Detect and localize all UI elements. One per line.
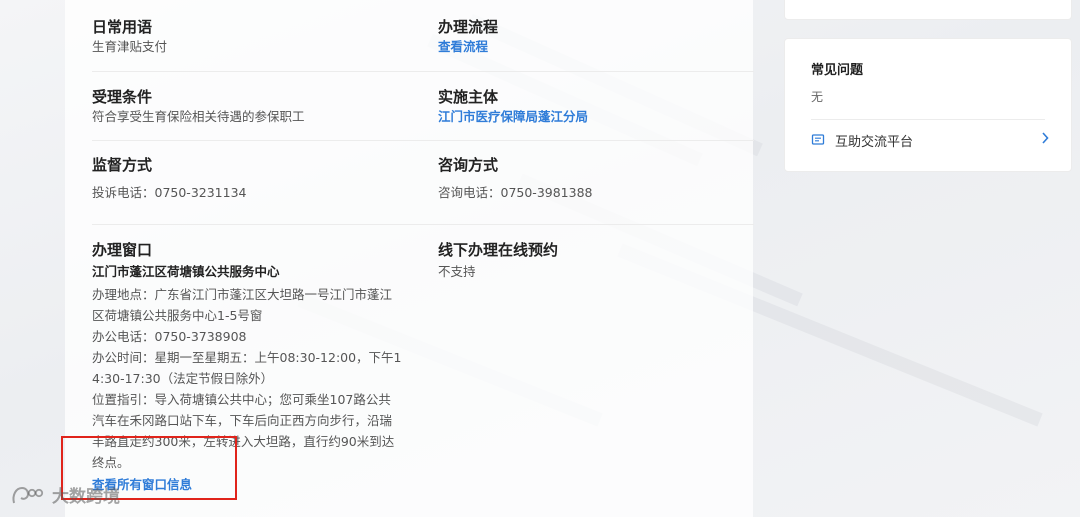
divider [811, 119, 1045, 120]
chat-icon [811, 134, 825, 145]
watermark: 大数跨境 [10, 482, 120, 507]
info-row: 办理窗口 江门市蓬江区荷塘镇公共服务中心 办理地点：广东省江门市蓬江区大坦路一号… [92, 224, 754, 492]
window-phone: 办公电话：0750-3738908 [92, 329, 247, 344]
view-process-link[interactable]: 查看流程 [438, 37, 758, 57]
watermark-text: 大数跨境 [52, 487, 120, 507]
window-address-line: 区荷塘镇公共服务中心1-5号窗 [92, 308, 263, 323]
watermark-logo-icon [12, 486, 44, 503]
window-name: 江门市蓬江区荷塘镇公共服务中心 [92, 264, 280, 279]
faq-title: 常见问题 [811, 63, 864, 78]
window-guide-line: 位置指引：导入荷塘镇公共中心；您可乘坐107路公共 [92, 392, 391, 407]
supervision-cell: 监督方式 投诉电话：0750-3231134 [92, 155, 412, 203]
offline-booking-title: 线下办理在线预约 [438, 241, 559, 259]
conditions-value: 符合享受生育保险相关待遇的参保职工 [92, 109, 305, 124]
window-hours-line: 4:30-17:30（法定节假日除外） [92, 371, 274, 386]
consult-value: 咨询电话：0750-3981388 [438, 185, 593, 200]
implementer-cell: 实施主体 江门市医疗保障局蓬江分局 [438, 87, 758, 127]
window-guide-line: 汽车在禾冈路口站下车，下车后向正西方向步行，沿瑞 [92, 413, 393, 428]
common-phrase-cell: 日常用语 生育津贴支付 [92, 17, 412, 57]
sidebar-top-card [784, 0, 1072, 20]
offline-booking-value: 不支持 [438, 264, 476, 279]
common-phrase-value: 生育津贴支付 [92, 39, 168, 54]
faq-value: 无 [811, 90, 824, 104]
offline-booking-cell: 线下办理在线预约 不支持 [438, 240, 758, 282]
consult-cell: 咨询方式 咨询电话：0750-3981388 [438, 155, 758, 203]
info-row: 受理条件 符合享受生育保险相关待遇的参保职工 实施主体 江门市医疗保障局蓬江分局 [92, 71, 754, 124]
supervision-title: 监督方式 [92, 156, 153, 174]
conditions-cell: 受理条件 符合享受生育保险相关待遇的参保职工 [92, 87, 412, 127]
chevron-right-icon [1041, 132, 1049, 148]
implementer-link[interactable]: 江门市医疗保障局蓬江分局 [438, 107, 758, 127]
process-cell: 办理流程 查看流程 [438, 17, 758, 57]
info-row: 监督方式 投诉电话：0750-3231134 咨询方式 咨询电话：0750-39… [92, 140, 754, 200]
window-title: 办理窗口 [92, 241, 153, 259]
window-address-line: 办理地点：广东省江门市蓬江区大坦路一号江门市蓬江 [92, 287, 393, 302]
implementer-title: 实施主体 [438, 88, 499, 106]
platform-link[interactable]: 互助交流平台 [811, 129, 1049, 151]
common-phrase-title: 日常用语 [92, 18, 153, 36]
faq-card: 常见问题 无 互助交流平台 [784, 38, 1072, 172]
platform-link-label: 互助交流平台 [835, 134, 914, 150]
process-title: 办理流程 [438, 18, 499, 36]
consult-title: 咨询方式 [438, 156, 499, 174]
conditions-title: 受理条件 [92, 88, 153, 106]
window-hours-line: 办公时间：星期一至星期五：上午08:30-12:00，下午1 [92, 350, 402, 365]
supervision-value: 投诉电话：0750-3231134 [92, 185, 247, 200]
